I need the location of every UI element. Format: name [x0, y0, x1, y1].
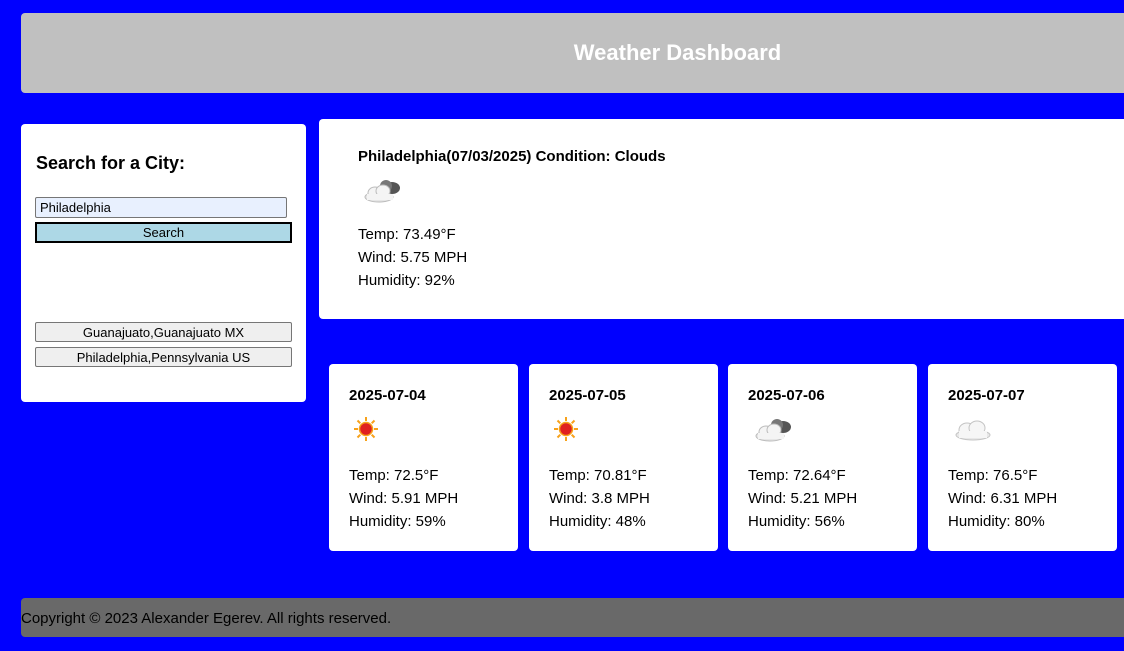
forecast-wind: Wind: 6.31 MPH — [948, 490, 1058, 507]
forecast-temp: Temp: 70.81°F — [549, 467, 647, 484]
forecast-wind: Wind: 5.21 MPH — [748, 490, 858, 507]
sun-icon — [553, 416, 579, 447]
forecast-card: 2025-07-04 Temp: 72.5°F Wind: 5.91 MPH H… — [329, 364, 518, 551]
forecast-humidity: Humidity: 56% — [748, 513, 845, 530]
forecast-temp: Temp: 76.5°F — [948, 467, 1038, 484]
search-heading: Search for a City: — [36, 153, 186, 173]
sun-icon — [353, 416, 379, 447]
forecast-wind: Wind: 5.91 MPH — [349, 490, 459, 507]
search-button[interactable]: Search — [35, 222, 292, 243]
current-temp: Temp: 73.49°F — [358, 226, 456, 243]
cloudy-sun-icon — [752, 414, 796, 449]
search-panel: Search for a City: Search Guanajuato,Gua… — [21, 124, 306, 402]
forecast-date: 2025-07-04 — [349, 387, 426, 404]
history-button-guanajuato[interactable]: Guanajuato,Guanajuato MX — [35, 322, 292, 342]
forecast-temp: Temp: 72.5°F — [349, 467, 439, 484]
forecast-humidity: Humidity: 80% — [948, 513, 1045, 530]
cloud-icon — [954, 416, 992, 447]
header: Weather Dashboard — [21, 13, 1124, 93]
current-humidity: Humidity: 92% — [358, 272, 455, 289]
forecast-date: 2025-07-07 — [948, 387, 1025, 404]
page-title: Weather Dashboard — [573, 40, 782, 65]
current-weather-panel: Philadelphia(07/03/2025) Condition: Clou… — [319, 119, 1124, 319]
city-search-input[interactable] — [35, 197, 287, 218]
footer: Copyright © 2023 Alexander Egerev. All r… — [21, 598, 1124, 637]
forecast-date: 2025-07-05 — [549, 387, 626, 404]
forecast-humidity: Humidity: 59% — [349, 513, 446, 530]
history-button-philadelphia[interactable]: Philadelphia,Pennsylvania US — [35, 347, 292, 367]
forecast-card: 2025-07-07 Temp: 76.5°F Wind: 6.31 MPH H… — [928, 364, 1117, 551]
forecast-card: 2025-07-05 Temp: 70.81°F Wind: 3.8 MPH H… — [529, 364, 718, 551]
cloudy-sun-icon — [361, 175, 405, 210]
forecast-date: 2025-07-06 — [748, 387, 825, 404]
forecast-card: 2025-07-06 Temp: 72.64°F Wind: 5.21 MPH … — [728, 364, 917, 551]
current-weather-title: Philadelphia(07/03/2025) Condition: Clou… — [358, 148, 666, 165]
copyright-text: Copyright © 2023 Alexander Egerev. All r… — [21, 610, 392, 627]
forecast-humidity: Humidity: 48% — [549, 513, 646, 530]
current-wind: Wind: 5.75 MPH — [358, 249, 468, 266]
forecast-temp: Temp: 72.64°F — [748, 467, 846, 484]
forecast-wind: Wind: 3.8 MPH — [549, 490, 650, 507]
